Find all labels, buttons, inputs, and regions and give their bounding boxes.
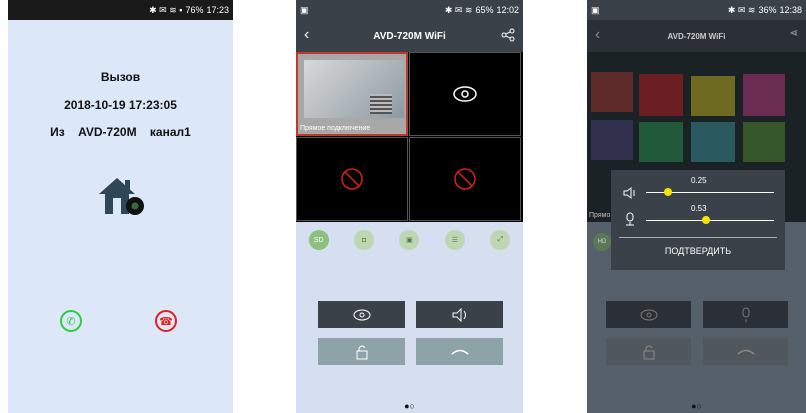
incoming-call-screen: ✱ ✉ ≋ ▪ 76% 17:23 Вызов 2018-10-19 17:23… — [8, 0, 233, 413]
settings-icon[interactable]: ☰ — [444, 230, 465, 250]
hangup-icon — [737, 349, 754, 355]
view-button[interactable] — [606, 301, 691, 328]
no-signal-icon — [454, 168, 476, 190]
page-indicator: ●○ — [404, 401, 415, 411]
color-patch — [591, 120, 633, 160]
clock: 12:38 — [779, 5, 802, 15]
battery-level: 65% — [475, 5, 494, 15]
battery-level: 36% — [758, 5, 777, 15]
camera-cell-4[interactable] — [409, 137, 521, 221]
back-icon[interactable]: ‹ — [595, 26, 600, 44]
color-patch — [691, 122, 735, 162]
eye-icon — [453, 86, 477, 102]
app-title: AVD-720M WiFi — [667, 31, 726, 41]
multi-view-screen: ▣ ✱ ✉ ≋ 65% 12:02 ‹ AVD-720M WiFi Прямое… — [296, 0, 523, 413]
gallery-icon: ▣ — [300, 4, 309, 15]
mic-slider-track[interactable] — [646, 220, 774, 221]
record-icon[interactable]: ▣ — [399, 230, 420, 250]
no-signal-icon — [341, 168, 363, 190]
hangup-button[interactable] — [416, 338, 503, 365]
microphone-icon — [742, 307, 749, 322]
call-datetime: 2018-10-19 17:23:05 — [64, 98, 177, 112]
app-bar: ‹ AVD-720M WiFi ⋖ — [587, 20, 806, 52]
camera-grid: Прямое подключение — [296, 52, 523, 222]
unlock-button[interactable] — [318, 338, 405, 365]
color-patch — [639, 122, 683, 162]
device-name: AVD-720M — [78, 125, 137, 139]
divider — [619, 237, 777, 238]
call-source: Из AVD-720M канал1 — [8, 125, 233, 139]
unlock-button[interactable] — [606, 338, 691, 365]
sd-button[interactable]: SD — [308, 230, 329, 250]
app-title: AVD-720M WiFi — [373, 30, 446, 42]
camera-cell-2[interactable] — [409, 52, 521, 136]
eye-icon — [640, 309, 657, 320]
lock-icon — [356, 345, 367, 359]
toolbar: SD ◘ ▣ ☰ ⤢ — [296, 230, 523, 250]
status-bar: ▣ ✱ ✉ ≋ 65% 12:02 — [296, 0, 523, 20]
app-bar: ‹ AVD-720M WiFi — [296, 20, 523, 52]
gallery-icon: ▣ — [591, 4, 600, 15]
color-patch — [639, 74, 683, 116]
battery-level: 76% — [185, 5, 204, 15]
camera-cell-1[interactable]: Прямое подключение — [296, 52, 408, 136]
microphone-icon — [625, 212, 635, 231]
channel-name: канал1 — [149, 125, 191, 139]
camera-cell-3[interactable] — [296, 137, 408, 221]
camera-label: Прямое подключение — [300, 125, 371, 132]
status-icons: ✱ ✉ ≋ ▪ — [149, 4, 183, 15]
decline-call-button[interactable]: ☎ — [155, 310, 177, 332]
camera-icon[interactable]: ◘ — [354, 230, 375, 250]
camera-preview-vent — [370, 94, 392, 114]
speaker-icon — [623, 186, 637, 204]
status-icons: ✱ ✉ ≋ — [444, 4, 473, 15]
volume-dialog: 0.25 0.53 ПОДТВЕРДИТЬ — [611, 170, 785, 270]
share-icon[interactable]: ⋖ — [790, 28, 798, 39]
color-patch — [691, 76, 735, 116]
mic-level-value: 0.53 — [691, 204, 707, 213]
clock: 17:23 — [206, 5, 229, 15]
hangup-icon — [451, 349, 468, 355]
fullscreen-view-screen: ▣ ✱ ✉ ≋ 36% 12:38 ‹ AVD-720M WiFi ⋖ Прям… — [587, 0, 806, 413]
mic-slider-thumb[interactable] — [702, 216, 710, 224]
view-button[interactable] — [318, 301, 405, 328]
fullscreen-icon[interactable]: ⤢ — [490, 230, 511, 250]
status-bar: ✱ ✉ ≋ ▪ 76% 17:23 — [8, 0, 233, 20]
status-icons: ✱ ✉ ≋ — [727, 4, 756, 15]
speaker-icon — [452, 307, 466, 322]
eye-icon — [353, 309, 370, 320]
speaker-slider-thumb[interactable] — [664, 188, 672, 196]
accept-call-button[interactable]: ✆ — [60, 310, 82, 332]
hangup-button[interactable] — [703, 338, 788, 365]
color-patch — [743, 74, 785, 116]
color-patch — [591, 72, 633, 112]
page-indicator: ●○ — [691, 401, 702, 411]
lock-icon — [643, 345, 654, 359]
speaker-button[interactable] — [416, 301, 503, 328]
share-icon[interactable] — [501, 28, 515, 42]
home-intercom-icon — [99, 178, 144, 215]
call-title: Вызов — [100, 70, 141, 84]
status-bar: ▣ ✱ ✉ ≋ 36% 12:38 — [587, 0, 806, 20]
confirm-button[interactable]: ПОДТВЕРДИТЬ — [611, 246, 785, 256]
back-icon[interactable]: ‹ — [304, 26, 309, 44]
hd-button[interactable]: HD — [593, 233, 611, 251]
camera-label: Прямо — [589, 212, 611, 219]
microphone-button[interactable] — [703, 301, 788, 328]
from-prefix: Из — [50, 125, 65, 139]
speaker-level-value: 0.25 — [691, 176, 707, 185]
clock: 12:02 — [496, 5, 519, 15]
color-patch — [743, 122, 785, 162]
